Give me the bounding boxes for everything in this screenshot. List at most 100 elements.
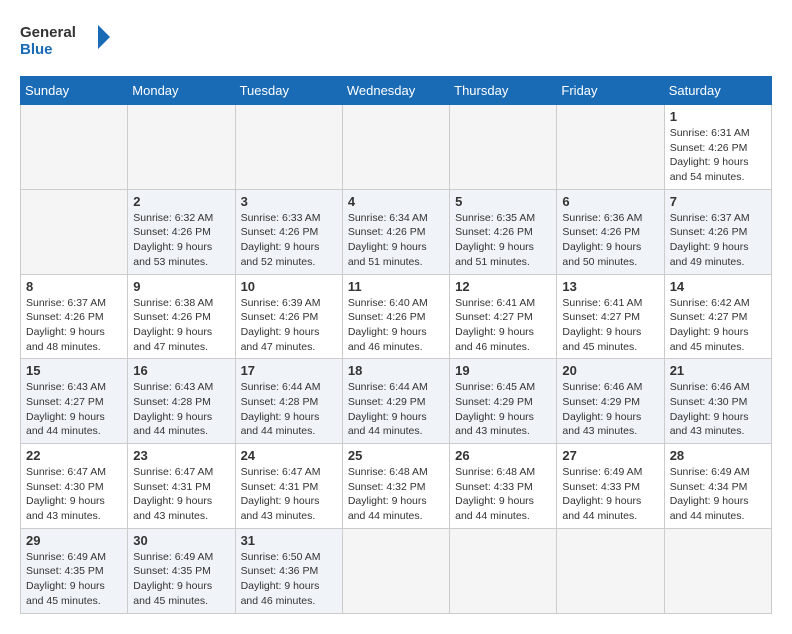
table-row: 17Sunrise: 6:44 AMSunset: 4:28 PMDayligh… — [235, 359, 342, 444]
table-row: 7 Sunrise: 6:37 AMSunset: 4:26 PMDaylight… — [664, 189, 771, 274]
table-row — [557, 105, 664, 190]
table-row: 29 Sunrise: 6:49 AMSunset: 4:35 PMDayligh… — [21, 528, 128, 613]
calendar-table: SundayMondayTuesdayWednesdayThursdayFrid… — [20, 76, 772, 614]
day-number: 25 — [348, 448, 444, 463]
day-info: Sunrise: 6:37 AMSunset: 4:26 PMDaylight:… — [26, 296, 122, 355]
table-row: 11 Sunrise: 6:40 AMSunset: 4:26 PMDayligh… — [342, 274, 449, 359]
day-number: 17 — [241, 363, 337, 378]
logo-svg: General Blue — [20, 20, 110, 60]
day-number: 1 — [670, 109, 766, 124]
day-info: Sunrise: 6:35 AMSunset: 4:26 PMDaylight:… — [455, 211, 551, 270]
day-number: 30 — [133, 533, 229, 548]
day-info: Sunrise: 6:32 AMSunset: 4:26 PMDaylight:… — [133, 211, 229, 270]
day-number: 22 — [26, 448, 122, 463]
day-info: Sunrise: 6:38 AMSunset: 4:26 PMDaylight:… — [133, 296, 229, 355]
col-header-friday: Friday — [557, 77, 664, 105]
day-number: 14 — [670, 279, 766, 294]
header: General Blue — [20, 20, 772, 60]
day-info: Sunrise: 6:41 AMSunset: 4:27 PMDaylight:… — [455, 296, 551, 355]
table-row: 22 Sunrise: 6:47 AMSunset: 4:30 PMDayligh… — [21, 444, 128, 529]
day-info: Sunrise: 6:47 AMSunset: 4:31 PMDaylight:… — [133, 465, 229, 524]
col-header-monday: Monday — [128, 77, 235, 105]
day-number: 29 — [26, 533, 122, 548]
table-row: 12 Sunrise: 6:41 AMSunset: 4:27 PMDayligh… — [450, 274, 557, 359]
day-info: Sunrise: 6:34 AMSunset: 4:26 PMDaylight:… — [348, 211, 444, 270]
table-row — [128, 105, 235, 190]
table-row — [342, 105, 449, 190]
day-number: 13 — [562, 279, 658, 294]
table-row: 19 Sunrise: 6:45 AMSunset: 4:29 PMDayligh… — [450, 359, 557, 444]
table-row — [235, 105, 342, 190]
table-row: 28 Sunrise: 6:49 AMSunset: 4:34 PMDayligh… — [664, 444, 771, 529]
day-number: 12 — [455, 279, 551, 294]
day-info: Sunrise: 6:37 AMSunset: 4:26 PMDaylight:… — [670, 211, 766, 270]
day-number: 11 — [348, 279, 444, 294]
day-info: Sunrise: 6:45 AMSunset: 4:29 PMDaylight:… — [455, 380, 551, 439]
day-number: 23 — [133, 448, 229, 463]
col-header-thursday: Thursday — [450, 77, 557, 105]
day-info: Sunrise: 6:36 AMSunset: 4:26 PMDaylight:… — [562, 211, 658, 270]
table-row: 4 Sunrise: 6:34 AMSunset: 4:26 PMDaylight… — [342, 189, 449, 274]
col-header-wednesday: Wednesday — [342, 77, 449, 105]
table-row: 27 Sunrise: 6:49 AMSunset: 4:33 PMDayligh… — [557, 444, 664, 529]
day-number: 28 — [670, 448, 766, 463]
table-row — [450, 528, 557, 613]
day-number: 27 — [562, 448, 658, 463]
day-info: Sunrise: 6:46 AMSunset: 4:29 PMDaylight:… — [562, 380, 658, 439]
table-row: 23 Sunrise: 6:47 AMSunset: 4:31 PMDayligh… — [128, 444, 235, 529]
table-row — [21, 189, 128, 274]
table-row — [557, 528, 664, 613]
table-row: 14 Sunrise: 6:42 AMSunset: 4:27 PMDayligh… — [664, 274, 771, 359]
day-number: 19 — [455, 363, 551, 378]
table-row: 9 Sunrise: 6:38 AMSunset: 4:26 PMDaylight… — [128, 274, 235, 359]
day-number: 16 — [133, 363, 229, 378]
table-row: 10 Sunrise: 6:39 AMSunset: 4:26 PMDayligh… — [235, 274, 342, 359]
table-row: 31Sunrise: 6:50 AMSunset: 4:36 PMDayligh… — [235, 528, 342, 613]
svg-text:Blue: Blue — [20, 41, 53, 58]
table-row: 30 Sunrise: 6:49 AMSunset: 4:35 PMDayligh… — [128, 528, 235, 613]
table-row — [21, 105, 128, 190]
table-row: 8 Sunrise: 6:37 AMSunset: 4:26 PMDaylight… — [21, 274, 128, 359]
table-row: 5 Sunrise: 6:35 AMSunset: 4:26 PMDaylight… — [450, 189, 557, 274]
table-row: 15Sunrise: 6:43 AMSunset: 4:27 PMDayligh… — [21, 359, 128, 444]
table-row: 25 Sunrise: 6:48 AMSunset: 4:32 PMDayligh… — [342, 444, 449, 529]
day-info: Sunrise: 6:49 AMSunset: 4:35 PMDaylight:… — [133, 550, 229, 609]
col-header-tuesday: Tuesday — [235, 77, 342, 105]
day-info: Sunrise: 6:48 AMSunset: 4:33 PMDaylight:… — [455, 465, 551, 524]
table-row: 18Sunrise: 6:44 AMSunset: 4:29 PMDayligh… — [342, 359, 449, 444]
col-header-saturday: Saturday — [664, 77, 771, 105]
day-number: 3 — [241, 194, 337, 209]
day-info: Sunrise: 6:42 AMSunset: 4:27 PMDaylight:… — [670, 296, 766, 355]
day-info: Sunrise: 6:49 AMSunset: 4:33 PMDaylight:… — [562, 465, 658, 524]
table-row — [664, 528, 771, 613]
day-number: 26 — [455, 448, 551, 463]
day-number: 4 — [348, 194, 444, 209]
day-info: Sunrise: 6:48 AMSunset: 4:32 PMDaylight:… — [348, 465, 444, 524]
day-number: 9 — [133, 279, 229, 294]
day-info: Sunrise: 6:41 AMSunset: 4:27 PMDaylight:… — [562, 296, 658, 355]
day-info: Sunrise: 6:49 AMSunset: 4:35 PMDaylight:… — [26, 550, 122, 609]
day-number: 8 — [26, 279, 122, 294]
day-info: Sunrise: 6:44 AMSunset: 4:29 PMDaylight:… — [348, 380, 444, 439]
day-info: Sunrise: 6:46 AMSunset: 4:30 PMDaylight:… — [670, 380, 766, 439]
day-number: 7 — [670, 194, 766, 209]
day-info: Sunrise: 6:49 AMSunset: 4:34 PMDaylight:… — [670, 465, 766, 524]
table-row: 20 Sunrise: 6:46 AMSunset: 4:29 PMDayligh… — [557, 359, 664, 444]
day-info: Sunrise: 6:43 AMSunset: 4:27 PMDaylight:… — [26, 380, 122, 439]
table-row — [342, 528, 449, 613]
day-info: Sunrise: 6:39 AMSunset: 4:26 PMDaylight:… — [241, 296, 337, 355]
table-row — [450, 105, 557, 190]
table-row: 1Sunrise: 6:31 AMSunset: 4:26 PMDaylight… — [664, 105, 771, 190]
day-number: 2 — [133, 194, 229, 209]
day-info: Sunrise: 6:47 AMSunset: 4:30 PMDaylight:… — [26, 465, 122, 524]
day-info: Sunrise: 6:43 AMSunset: 4:28 PMDaylight:… — [133, 380, 229, 439]
table-row: 24Sunrise: 6:47 AMSunset: 4:31 PMDayligh… — [235, 444, 342, 529]
day-number: 10 — [241, 279, 337, 294]
day-info: Sunrise: 6:47 AMSunset: 4:31 PMDaylight:… — [241, 465, 337, 524]
day-info: Sunrise: 6:40 AMSunset: 4:26 PMDaylight:… — [348, 296, 444, 355]
day-number: 5 — [455, 194, 551, 209]
svg-text:General: General — [20, 24, 76, 41]
table-row: 2 Sunrise: 6:32 AMSunset: 4:26 PMDaylight… — [128, 189, 235, 274]
day-number: 20 — [562, 363, 658, 378]
logo: General Blue — [20, 20, 110, 60]
